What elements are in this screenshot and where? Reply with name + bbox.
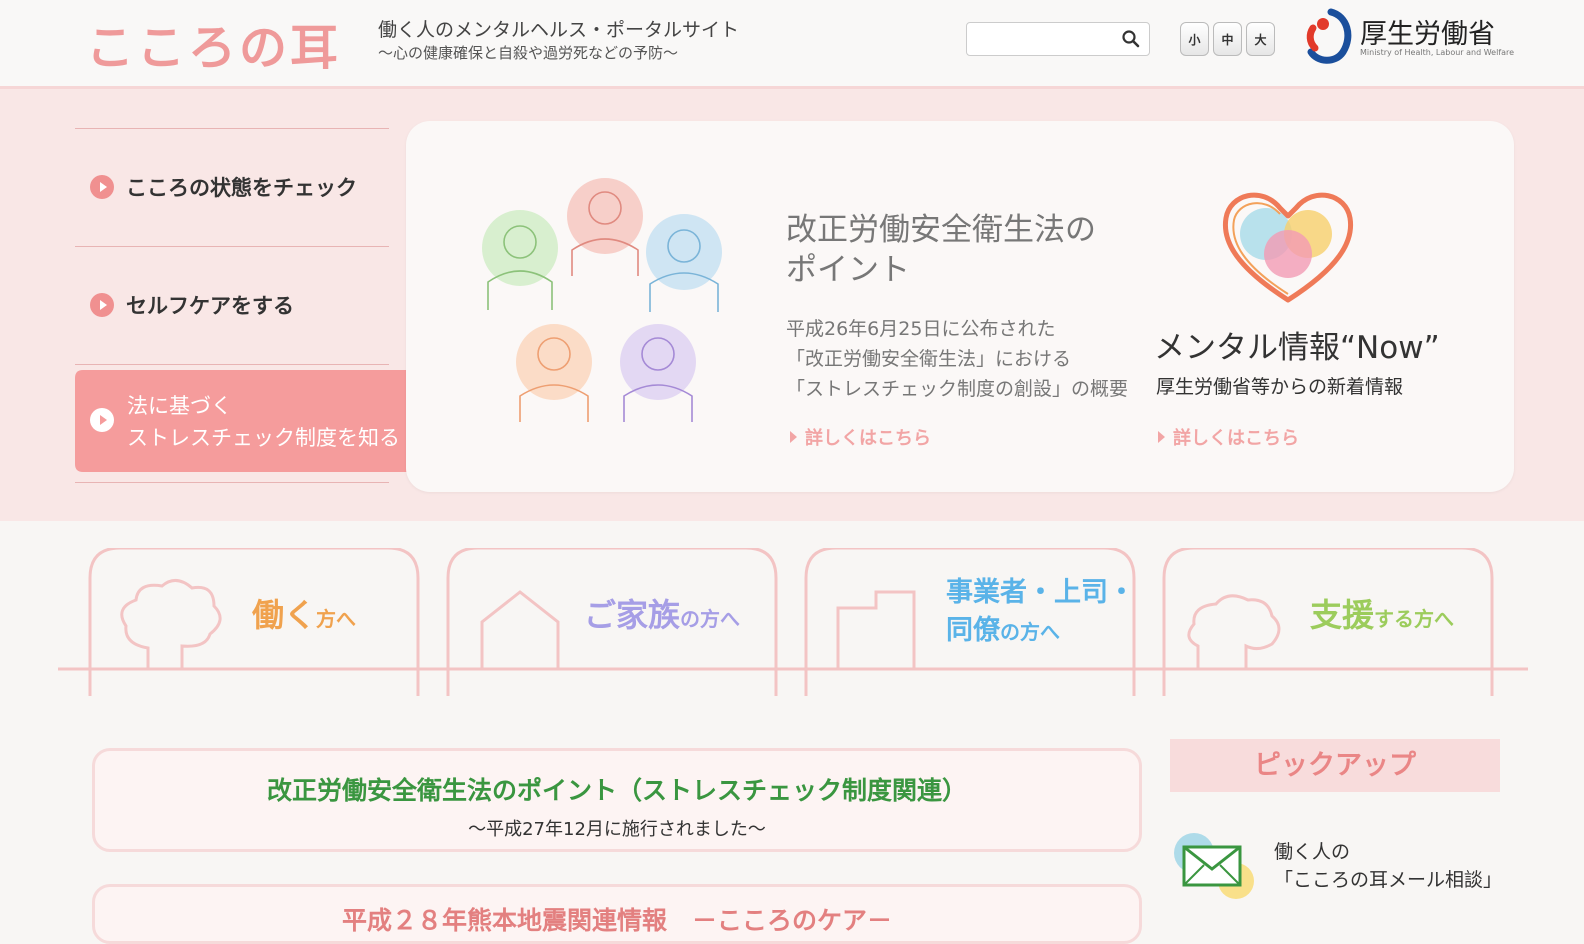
search-input[interactable] (973, 23, 1117, 55)
now-subtitle: 厚生労働省等からの新着情報 (1156, 376, 1404, 398)
ministry-logo-icon[interactable] (1303, 8, 1353, 64)
nav-divider (75, 482, 389, 483)
search-box (966, 22, 1150, 56)
search-icon[interactable] (1121, 29, 1141, 49)
triangle-right-icon (1158, 431, 1165, 443)
site-header: こころの耳 働く人のメンタルヘルス・ポータルサイト ～心の健康確保と自殺や過労死… (0, 0, 1584, 89)
notice-subtitle: ～平成27年12月に施行されました～ (468, 819, 766, 840)
audience-family-link[interactable]: ご家族の方へ (584, 590, 740, 636)
nav-item-label: セルフケアをする (126, 294, 294, 318)
ministry-name-en: Ministry of Health, Labour and Welfare (1360, 48, 1515, 57)
notice-title: 改正労働安全衛生法のポイント（ストレスチェック制度関連） (266, 776, 967, 805)
heart-icon[interactable] (1218, 184, 1358, 306)
now-title[interactable]: メンタル情報“Now” (1154, 322, 1440, 367)
pickup-heading: ピックアップ (1170, 739, 1500, 792)
ministry-name[interactable]: 厚生労働省 (1360, 12, 1495, 51)
nav-divider (75, 128, 389, 129)
nav-item-label: こころの状態をチェック (126, 176, 357, 200)
notice-law-points[interactable]: 改正労働安全衛生法のポイント（ストレスチェック制度関連） ～平成27年12月に施… (92, 748, 1142, 852)
audience-workers-link[interactable]: 働く方へ (252, 590, 356, 636)
arrow-circle-icon (90, 175, 114, 199)
arrow-circle-icon (90, 408, 114, 432)
nav-item-stress-check[interactable]: 法に基づく ストレスチェック制度を知る (75, 370, 441, 472)
font-size-small-button[interactable]: 小 (1180, 22, 1209, 56)
nav-divider (75, 246, 389, 247)
audience-cards: 働く方へ ご家族の方へ 事業者・上司・ 同僚の方へ 支援する方へ (58, 548, 1528, 708)
audience-supporters-link[interactable]: 支援する方へ (1310, 590, 1454, 636)
notice-kumamoto[interactable]: 平成２８年熊本地震関連情報 －こころのケア－ (92, 884, 1142, 944)
site-logo[interactable]: こころの耳 (86, 8, 341, 78)
site-tagline: 働く人のメンタルヘルス・ポータルサイト (378, 19, 740, 41)
workers-illustration[interactable] (480, 172, 730, 428)
font-size-medium-button[interactable]: 中 (1213, 22, 1242, 56)
triangle-right-icon (790, 431, 797, 443)
hero-description: 平成26年6月25日に公布された 「改正労働安全衛生法」における 「ストレスチェ… (786, 318, 1129, 400)
nav-item-check[interactable]: こころの状態をチェック (90, 172, 357, 202)
audience-employers-link[interactable]: 事業者・上司・ 同僚の方へ (946, 574, 1135, 653)
mail-consult-icon[interactable] (1172, 831, 1258, 901)
hero-title[interactable]: 改正労働安全衛生法の ポイント (786, 210, 1096, 290)
arrow-circle-icon (90, 293, 114, 317)
site-subtitle: ～心の健康確保と自殺や過労死などの予防～ (378, 44, 679, 62)
mail-consult-link[interactable]: 働く人の 「こころの耳メール相談」 (1274, 838, 1502, 894)
nav-item-selfcare[interactable]: セルフケアをする (90, 290, 294, 320)
now-more-link[interactable]: 詳しくはこちら (1158, 424, 1299, 450)
notice-title: 平成２８年熊本地震関連情報 －こころのケア－ (341, 906, 892, 935)
font-size-large-button[interactable]: 大 (1246, 22, 1275, 56)
nav-divider (75, 364, 389, 365)
nav-item-label: 法に基づく ストレスチェック制度を知る (127, 394, 400, 450)
hero-more-link[interactable]: 詳しくはこちら (790, 424, 931, 450)
